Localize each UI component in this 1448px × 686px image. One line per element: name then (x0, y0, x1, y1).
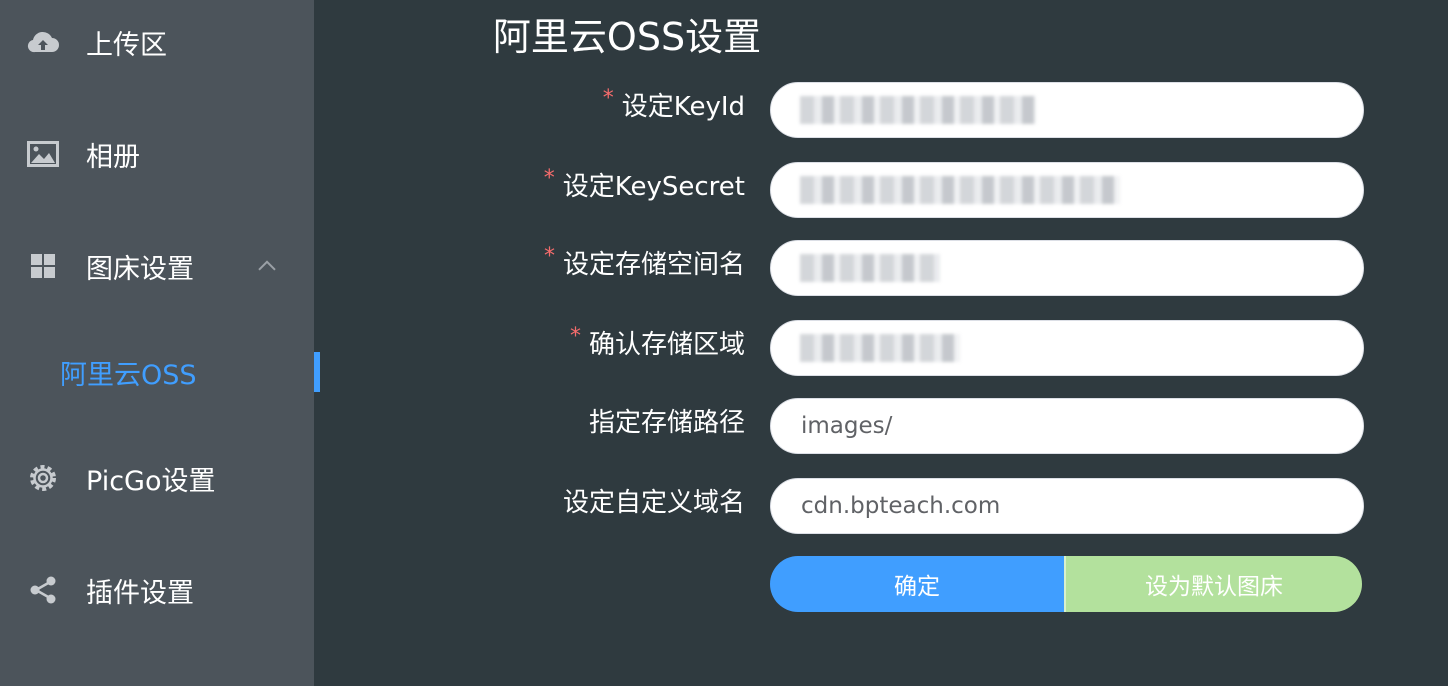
required-asterisk: * (569, 324, 581, 349)
sidebar-subitem-label: 阿里云OSS (60, 359, 197, 391)
form-label: * 设定KeyId (603, 86, 745, 123)
sidebar: 上传区 相册 图床设置 阿里云OSS PicGo设置 插件设置 (0, 0, 314, 686)
form-label-text: 设定存储空间名 (562, 250, 745, 280)
chevron-up-icon[interactable] (256, 253, 278, 275)
form-row-bucket: * 设定存储空间名 (320, 240, 1448, 298)
form-label: * 设定存储空间名 (544, 244, 745, 281)
form-row-custom-domain: 设定自定义域名 (320, 478, 1448, 536)
sidebar-item-picgo-settings[interactable]: PicGo设置 (0, 448, 314, 508)
sidebar-item-label: PicGo设置 (86, 465, 216, 497)
region-input[interactable] (770, 320, 1364, 376)
sidebar-item-plugin-settings[interactable]: 插件设置 (0, 560, 314, 620)
form-label-text: 设定KeySecret (562, 172, 745, 202)
sidebar-item-picbed-settings[interactable]: 图床设置 (0, 236, 314, 296)
share-icon (26, 573, 60, 607)
gear-icon (26, 461, 60, 495)
keyid-input[interactable] (770, 82, 1364, 138)
custom-domain-input[interactable] (770, 478, 1364, 534)
form-label: 设定自定义域名 (563, 482, 745, 519)
form-label: * 确认存储区域 (570, 324, 745, 361)
form-label-text: 设定自定义域名 (562, 488, 745, 518)
form-row-keysecret: * 设定KeySecret (320, 162, 1448, 220)
path-input[interactable] (770, 398, 1364, 454)
sidebar-item-label: 插件设置 (86, 577, 194, 609)
required-asterisk: * (602, 86, 614, 111)
grid-icon (26, 249, 60, 283)
bucket-input[interactable] (770, 240, 1364, 296)
form-label-text: 设定KeyId (621, 92, 745, 122)
app-window: 上传区 相册 图床设置 阿里云OSS PicGo设置 插件设置 阿里云OSS设置… (0, 0, 1448, 686)
set-default-picbed-button[interactable]: 设为默认图床 (1064, 556, 1362, 612)
settings-panel: 阿里云OSS设置 * 设定KeyId * 设定KeySecret * 设定存储空间名 (320, 0, 1448, 686)
keysecret-input[interactable] (770, 162, 1364, 218)
sidebar-item-gallery[interactable]: 相册 (0, 124, 314, 184)
button-group: 确定 设为默认图床 (770, 556, 1364, 612)
form-label: * 设定KeySecret (544, 166, 745, 203)
required-asterisk: * (543, 244, 555, 269)
form-label-text: 确认存储区域 (588, 330, 745, 360)
sidebar-item-label: 相册 (86, 141, 140, 173)
form-row-region: * 确认存储区域 (320, 320, 1448, 378)
form-label-text: 指定存储路径 (588, 408, 745, 438)
sidebar-item-label: 图床设置 (86, 253, 194, 285)
form-row-path: 指定存储路径 (320, 398, 1448, 456)
required-asterisk: * (543, 166, 555, 191)
page-title: 阿里云OSS设置 (492, 15, 762, 59)
form-label: 指定存储路径 (589, 402, 745, 439)
confirm-button[interactable]: 确定 (770, 556, 1064, 612)
image-icon (26, 137, 60, 171)
sidebar-subitem-aliyun-oss[interactable]: 阿里云OSS (0, 342, 314, 402)
form-row-keyid: * 设定KeyId (320, 82, 1448, 140)
